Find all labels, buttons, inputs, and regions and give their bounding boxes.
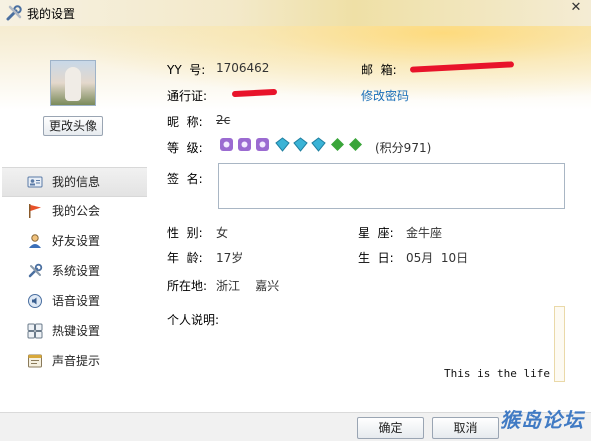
level-points: (积分971): [375, 141, 432, 155]
passport-label: 通行证:: [167, 89, 208, 103]
level-star-icon: [349, 138, 362, 151]
birthday-value: 05月 10日: [406, 251, 469, 265]
level-moon-icon: [256, 138, 269, 151]
window-title: 我的设置: [27, 7, 76, 21]
sidebar-item-label: 我的公会: [52, 204, 101, 218]
signature-label: 签 名:: [167, 172, 203, 186]
id-card-icon: [27, 176, 43, 188]
flag-icon: [29, 204, 41, 218]
yy-number-value: 1706462: [216, 61, 270, 75]
avatar-photo: [65, 67, 81, 101]
age-label: 年 龄:: [167, 251, 203, 265]
level-label: 等 级:: [167, 141, 203, 155]
description-value: This is the life: [444, 367, 550, 380]
sidebar-item-friend-settings[interactable]: 好友设置: [0, 227, 155, 257]
sidebar-item-label: 好友设置: [52, 234, 101, 248]
birthday-label: 生 日:: [358, 251, 394, 265]
email-label: 邮 箱:: [361, 63, 397, 77]
ok-button[interactable]: 确定: [357, 417, 424, 439]
level-star-icon: [331, 138, 344, 151]
description-scrollbar[interactable]: [554, 306, 565, 382]
nickname-value: 2c: [216, 113, 231, 127]
watermark-logo: 猴岛论坛: [500, 408, 584, 432]
sidebar-item-label: 声音提示: [52, 354, 101, 368]
close-icon[interactable]: ✕: [563, 0, 589, 18]
level-moon-icon: [238, 138, 251, 151]
sidebar-item-voice-settings[interactable]: 语音设置: [0, 287, 155, 317]
sidebar-nav: 我的信息 我的公会 好友设置 系统设置 语音设置 热键设置 声音提示: [0, 167, 155, 377]
level-diamond-icon: [275, 137, 290, 152]
location-value: 浙江 嘉兴: [216, 279, 280, 293]
gender-value: 女: [216, 226, 229, 240]
sound-alert-icon: [28, 354, 42, 368]
title-bar[interactable]: 我的设置 ✕: [0, 0, 591, 26]
speaker-icon: [28, 294, 42, 308]
change-avatar-button[interactable]: 更改头像: [43, 116, 103, 136]
age-value: 17岁: [216, 251, 244, 265]
cancel-button[interactable]: 取消: [432, 417, 499, 439]
tools-icon: [28, 263, 43, 278]
sidebar-item-label: 我的信息: [52, 175, 101, 189]
sidebar-item-label: 语音设置: [52, 294, 101, 308]
level-diamond-icon: [293, 137, 308, 152]
sidebar-item-system-settings[interactable]: 系统设置: [0, 257, 155, 287]
nickname-label: 昵 称:: [167, 115, 203, 129]
location-label: 所在地:: [167, 279, 208, 293]
level-moon-icon: [220, 138, 233, 151]
sidebar-item-label: 热键设置: [52, 324, 101, 338]
sidebar-item-sound-alerts[interactable]: 声音提示: [0, 347, 155, 377]
zodiac-value: 金牛座: [406, 226, 443, 240]
description-label: 个人说明:: [167, 313, 220, 327]
keyboard-icon: [27, 323, 43, 339]
zodiac-label: 星 座:: [358, 226, 394, 240]
sidebar-item-my-info[interactable]: 我的信息: [2, 167, 147, 197]
sidebar-item-my-guild[interactable]: 我的公会: [0, 197, 155, 227]
person-icon: [29, 234, 41, 248]
change-password-link[interactable]: 修改密码: [361, 87, 409, 104]
yy-number-label: YY 号:: [167, 63, 206, 77]
signature-input[interactable]: [218, 163, 565, 209]
settings-tools-icon: [6, 5, 22, 21]
gender-label: 性 别:: [167, 226, 203, 240]
avatar: [50, 60, 96, 106]
sidebar-item-label: 系统设置: [52, 264, 101, 278]
sidebar-item-hotkey-settings[interactable]: 热键设置: [0, 317, 155, 347]
level-diamond-icon: [311, 137, 326, 152]
